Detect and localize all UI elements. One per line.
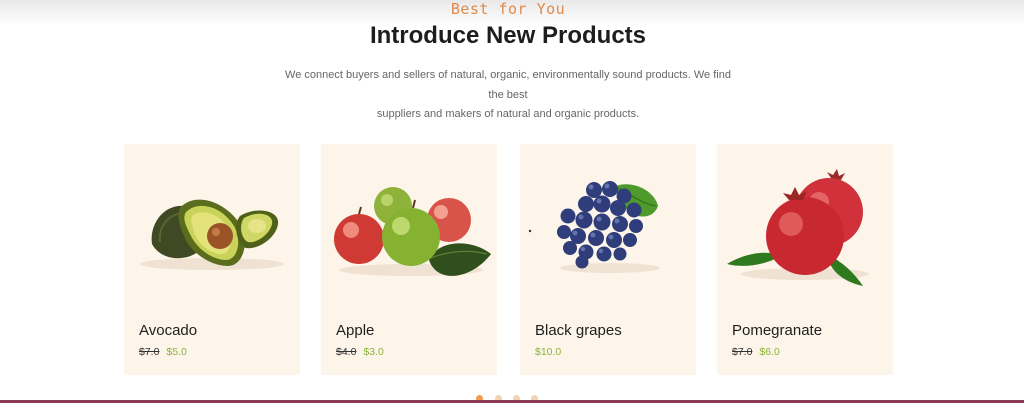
current-price: $5.0 bbox=[166, 346, 187, 358]
old-price: $7.0 bbox=[139, 346, 160, 358]
section-tagline: Best for You bbox=[450, 0, 566, 18]
section-description: We connect buyers and sellers of natural… bbox=[280, 66, 736, 125]
apples-image bbox=[334, 187, 491, 276]
current-price: $10.0 bbox=[535, 346, 562, 358]
product-name[interactable]: Black grapes bbox=[535, 322, 622, 339]
product-prices: $10.0 bbox=[535, 346, 561, 358]
old-price: $4.0 bbox=[336, 346, 357, 358]
current-price: $3.0 bbox=[363, 346, 384, 358]
current-price: $6.0 bbox=[759, 346, 780, 358]
product-prices: $7.0 $5.0 bbox=[139, 346, 187, 358]
product-card-pomegranate[interactable]: Pomegranate $7.0 $6.0 bbox=[717, 144, 893, 375]
grapes-image bbox=[528, 181, 660, 273]
product-prices: $7.0 $6.0 bbox=[732, 346, 780, 358]
section-title: Introduce New Products bbox=[369, 22, 647, 49]
product-card-avocado[interactable]: Avocado $7.0 $5.0 bbox=[124, 144, 300, 375]
description-line-2: suppliers and makers of natural and orga… bbox=[376, 108, 640, 120]
product-card-apple[interactable]: Apple $4.0 $3.0 bbox=[321, 144, 497, 375]
product-card-black-grapes[interactable]: Black grapes $10.0 bbox=[520, 144, 696, 375]
pomegranate-image bbox=[727, 169, 869, 286]
product-name[interactable]: Avocado bbox=[139, 322, 197, 339]
avocado-image bbox=[140, 199, 284, 270]
product-prices: $4.0 $3.0 bbox=[336, 346, 384, 358]
old-price: $7.0 bbox=[732, 346, 753, 358]
description-line-1: We connect buyers and sellers of natural… bbox=[285, 69, 731, 101]
product-name[interactable]: Pomegranate bbox=[732, 322, 822, 339]
product-name[interactable]: Apple bbox=[336, 322, 374, 339]
